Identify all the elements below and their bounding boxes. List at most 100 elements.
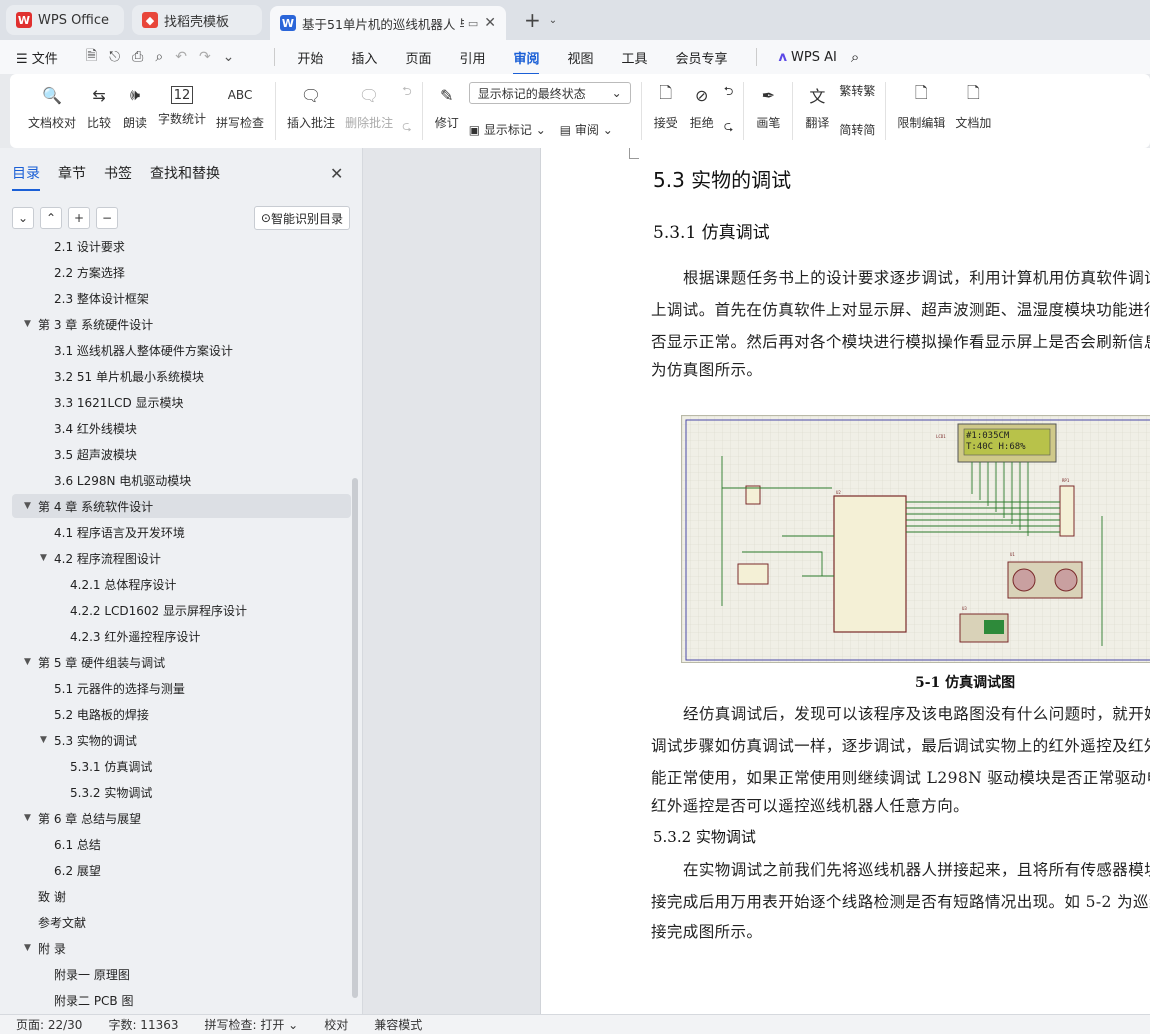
tab-docer[interactable]: ◆ 找稻壳模板 (132, 5, 262, 35)
next-change-icon[interactable]: ⮎ (724, 117, 734, 138)
page-indicator[interactable]: 页面: 22/30 (16, 1016, 82, 1033)
toc-item[interactable]: 2.3 整体设计框架 (12, 286, 351, 310)
tab-document[interactable]: W 基于51单片机的巡线机器人 毕 ▭ ✕ (270, 6, 506, 40)
menu-review[interactable]: 审阅 (513, 48, 540, 75)
toc-item[interactable]: 5.3.2 实物调试 (12, 780, 351, 804)
doc-check-button[interactable]: 🔍 文档校对 (28, 82, 76, 131)
toc-item[interactable]: 4.1 程序语言及开发环境 (12, 520, 351, 544)
undo-icon[interactable]: ↶ (175, 49, 187, 65)
add-icon[interactable]: + (68, 207, 90, 229)
toc-item[interactable]: 6.2 展望 (12, 858, 351, 882)
toc-item[interactable]: 3.2 51 单片机最小系统模块 (12, 364, 351, 388)
menu-insert[interactable]: 插入 (351, 48, 377, 67)
toc-item[interactable]: ▼ 第 6 章 总结与展望 (12, 806, 351, 830)
expand-toggle-icon[interactable]: ▼ (24, 657, 38, 667)
search-icon[interactable]: ⌕ (851, 48, 859, 66)
toc-item[interactable]: 3.1 巡线机器人整体硬件方案设计 (12, 338, 351, 362)
share-icon[interactable]: ⎋ (109, 49, 120, 65)
delete-comment-button[interactable]: 🗨 删除批注 (345, 82, 393, 131)
expand-toggle-icon[interactable]: ▼ (40, 735, 54, 745)
review-pane-button[interactable]: ▤ 审阅 ⌄ (560, 121, 613, 138)
file-menu[interactable]: ☰ 文件 (16, 48, 58, 67)
menu-view[interactable]: 视图 (567, 48, 593, 67)
tab-dropdown-icon[interactable]: ⌄ (549, 15, 557, 26)
spell-check-indicator[interactable]: 拼写检查: 打开 ⌄ (205, 1016, 299, 1033)
toc-item[interactable]: ▼ 第 4 章 系统软件设计 (12, 494, 351, 518)
close-pane-icon[interactable]: ✕ (330, 164, 343, 183)
accept-button[interactable]: 🗋 接受 (653, 82, 679, 131)
toc-item[interactable]: 附录二 PCB 图 (12, 988, 351, 1012)
toc-item[interactable]: ▼ 4.2 程序流程图设计 (12, 546, 351, 570)
translate-button[interactable]: 文 翻译 (804, 82, 830, 131)
toc-item[interactable]: 3.3 1621LCD 显示模块 (12, 390, 351, 414)
save-icon[interactable]: 🗎 (86, 45, 97, 69)
display-markup-select[interactable]: 显示标记的最终状态 ⌄ (468, 82, 631, 104)
toc-item[interactable]: ▼ 5.3 实物的调试 (12, 728, 351, 752)
toc-item[interactable]: 4.2.2 LCD1602 显示屏程序设计 (12, 598, 351, 622)
menu-page[interactable]: 页面 (405, 48, 431, 67)
doc-encrypt-button[interactable]: 🗋 文档加 (955, 82, 991, 131)
toc-item[interactable]: 5.2 电路板的焊接 (12, 702, 351, 726)
spell-check-button[interactable]: ABC 拼写检查 (216, 82, 264, 131)
tab-toc[interactable]: 目录 (12, 163, 40, 191)
show-markup-button[interactable]: ▣ 显示标记 ⌄ (469, 121, 546, 138)
compare-button[interactable]: ⇆ 比较 (86, 82, 112, 131)
toc-item[interactable]: 3.5 超声波模块 (12, 442, 351, 466)
tab-find-replace[interactable]: 查找和替换 (150, 163, 220, 183)
to-simplified-button[interactable]: 简 转简 (839, 121, 875, 138)
collapse-icon[interactable]: ⌄ (12, 207, 34, 229)
menu-member[interactable]: 会员专享 (676, 48, 728, 67)
menu-start[interactable]: 开始 (297, 48, 323, 67)
tab-wps-office[interactable]: W WPS Office (6, 5, 124, 35)
new-tab-icon[interactable]: + (524, 8, 541, 32)
toc-item[interactable]: 2.1 设计要求 (12, 240, 351, 258)
monitor-icon[interactable]: ▭ (468, 17, 478, 30)
restrict-edit-button[interactable]: 🗋 限制编辑 (897, 82, 945, 131)
toc-item[interactable]: 6.1 总结 (12, 832, 351, 856)
prev-comment-icon[interactable]: ⮌ (402, 82, 412, 103)
toc-item[interactable]: 参考文献 (12, 910, 351, 934)
print-icon[interactable]: ⎙ (132, 49, 143, 65)
toc-item[interactable]: ▼ 附 录 (12, 936, 351, 960)
expand-icon[interactable]: ⌃ (40, 207, 62, 229)
toc-item[interactable]: 4.2.1 总体程序设计 (12, 572, 351, 596)
read-aloud-button[interactable]: 🕪 朗读 (122, 82, 148, 131)
quick-access-dropdown-icon[interactable]: ⌄ (223, 49, 235, 65)
expand-toggle-icon[interactable]: ▼ (24, 319, 38, 329)
insert-comment-button[interactable]: 🗨 插入批注 (287, 82, 335, 131)
to-traditional-button[interactable]: 繁 转繁 (839, 82, 875, 99)
menu-reference[interactable]: 引用 (459, 48, 485, 67)
smart-toc-button[interactable]: ⊙ 智能识别目录 (253, 206, 350, 230)
proofread-indicator[interactable]: 校对 (324, 1016, 348, 1033)
toc-item[interactable]: 3.6 L298N 电机驱动模块 (12, 468, 351, 492)
toc-item[interactable]: 5.3.1 仿真调试 (12, 754, 351, 778)
reject-button[interactable]: ⊘ 拒绝 (689, 82, 715, 131)
toc-item[interactable]: 4.2.3 红外遥控程序设计 (12, 624, 351, 648)
wps-ai-button[interactable]: ʌ WPS AI (779, 50, 837, 65)
toc-item[interactable]: ▼ 第 3 章 系统硬件设计 (12, 312, 351, 336)
toc-scrollbar[interactable] (352, 478, 358, 998)
tab-chapters[interactable]: 章节 (58, 163, 86, 183)
document-page[interactable]: 5.3 实物的调试 5.3.1 仿真调试 根据课题任务书上的设计要求逐步调试，利… (540, 148, 1150, 1014)
revise-button[interactable]: ✎ 修订 (434, 82, 460, 131)
expand-toggle-icon[interactable]: ▼ (24, 943, 38, 953)
remove-icon[interactable]: − (96, 207, 118, 229)
close-tab-icon[interactable]: ✕ (484, 15, 496, 31)
next-comment-icon[interactable]: ⮎ (402, 117, 412, 138)
toc-item[interactable]: 2.2 方案选择 (12, 260, 351, 284)
toc-item[interactable]: 5.1 元器件的选择与测量 (12, 676, 351, 700)
expand-toggle-icon[interactable]: ▼ (24, 501, 38, 511)
word-count-button[interactable]: 12 字数统计 (158, 82, 206, 127)
expand-toggle-icon[interactable]: ▼ (40, 553, 54, 563)
toc-item[interactable]: ▼ 第 5 章 硬件组装与调试 (12, 650, 351, 674)
redo-icon[interactable]: ↷ (199, 49, 211, 65)
print-preview-icon[interactable]: ⌕ (155, 49, 163, 65)
expand-toggle-icon[interactable]: ▼ (24, 813, 38, 823)
pen-button[interactable]: ✒ 画笔 (755, 82, 781, 131)
menu-tools[interactable]: 工具 (622, 48, 648, 67)
prev-change-icon[interactable]: ⮌ (724, 82, 734, 103)
toc-item[interactable]: 致 谢 (12, 884, 351, 908)
tab-bookmarks[interactable]: 书签 (104, 163, 132, 183)
toc-item[interactable]: 3.4 红外线模块 (12, 416, 351, 440)
toc-item[interactable]: 附录一 原理图 (12, 962, 351, 986)
